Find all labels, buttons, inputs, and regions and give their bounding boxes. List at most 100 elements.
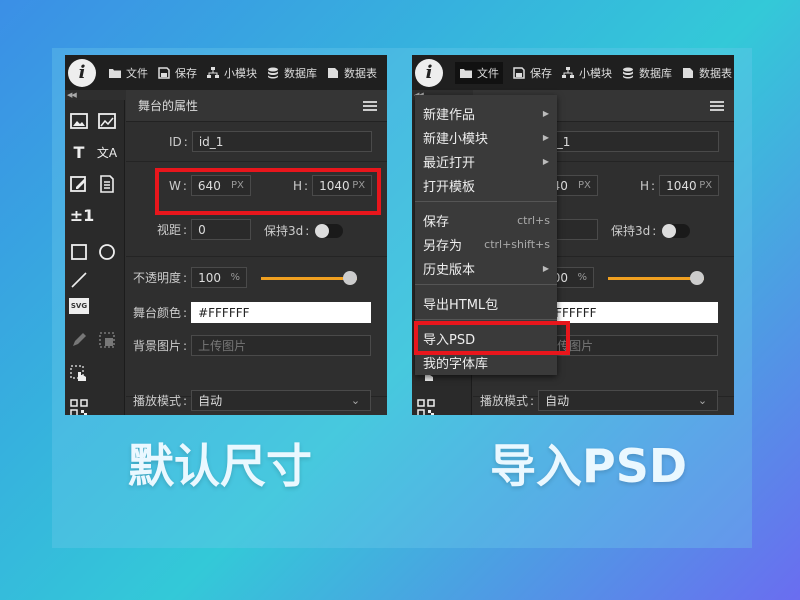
menu-item-label: 导出HTML包 [423,297,499,313]
crop-icon[interactable] [97,330,117,350]
opacity-unit: % [577,272,588,283]
top-toolbar: i 文件 保存 小模块 数据库 数据表 [412,55,734,90]
play-mode-value: 自动 [545,394,570,408]
keep3d-label: 保持3d [264,224,304,238]
info-logo[interactable]: i [68,58,96,87]
folder-icon [459,67,473,79]
stage-color-input[interactable]: #FFFFFF [191,302,372,323]
keep3d-colon: : [305,223,310,238]
opacity-label: 不透明度 [133,271,182,285]
menu-item-save[interactable]: 保存 ctrl+s [415,209,557,231]
height-value: 1040 [666,178,697,193]
play-mode-label: 播放模式 [133,394,182,408]
stage-color-input[interactable]: #FFFFFF [538,302,719,323]
editor-panel-default-size: i 文件 保存 小模块 数据库 数据表 ◀◀ T 文A ±1 SVG 舞台的属性… [65,55,387,415]
height-input[interactable]: 1040 PX [659,175,720,196]
menu-data-table[interactable]: 数据表 [681,65,732,81]
document-icon[interactable] [97,174,117,194]
opacity-value: 100 [198,270,221,285]
menu-item-recent[interactable]: 最近打开 ▶ [415,150,557,172]
pen-icon[interactable] [69,330,89,350]
menu-data-table-label: 数据表 [344,66,377,80]
opacity-slider-knob[interactable] [690,270,705,285]
menu-file[interactable]: 文件 [455,61,503,84]
id-input[interactable]: id_1 [538,131,719,152]
circle-icon[interactable] [97,242,117,262]
opacity-slider[interactable] [261,270,358,285]
menu-modules[interactable]: 小模块 [561,65,612,81]
menu-item-save-as[interactable]: 另存为 ctrl+shift+s [415,233,557,255]
play-mode-select[interactable]: 自动 ⌄ [191,390,372,411]
fov-colon: : [183,222,188,237]
width-unit: PX [578,180,591,191]
play-mode-value: 自动 [198,394,223,408]
play-mode-row: 播放模式 : 自动 ⌄ [480,390,719,411]
menu-item-new-work[interactable]: 新建作品 ▶ [415,102,557,124]
rectangle-icon[interactable] [69,242,89,262]
chevron-right-icon: ▶ [542,263,549,273]
menu-item-export-html[interactable]: 导出HTML包 [415,292,557,314]
play-mode-colon: : [530,393,535,408]
menu-modules[interactable]: 小模块 [206,65,257,81]
menu-item-label: 新建小模块 [423,131,489,147]
menu-item-new-module[interactable]: 新建小模块 ▶ [415,126,557,148]
menu-save[interactable]: 保存 [512,65,552,81]
modules-icon [561,66,575,79]
id-section: ID : id_1 [126,122,387,162]
properties-title: 舞台的属性 [138,99,199,113]
menu-data-table[interactable]: 数据表 [326,65,377,81]
id-input[interactable]: id_1 [191,131,372,152]
image-icon[interactable] [69,111,89,131]
menu-database[interactable]: 数据库 [266,65,317,81]
save-icon [157,66,171,79]
fov-input[interactable]: 0 [191,219,252,240]
svg-icon[interactable]: SVG [69,298,89,314]
bg-image-input[interactable]: 上传图片 [191,335,372,356]
keep3d-toggle[interactable] [315,223,344,238]
menu-database[interactable]: 数据库 [621,65,672,81]
line-icon[interactable] [69,270,89,290]
play-mode-select[interactable]: 自动 ⌄ [538,390,719,411]
opacity-slider-knob[interactable] [343,270,358,285]
keep3d-toggle[interactable] [662,223,691,238]
properties-header: 舞台的属性 [126,90,387,122]
image-edit-icon[interactable] [97,111,117,131]
menu-item-open-template[interactable]: 打开模板 [415,174,557,196]
menu-separator [415,284,557,285]
data-table-icon [326,67,340,79]
id-label: ID [169,134,182,149]
height-unit: PX [699,180,713,191]
text-icon[interactable]: T [69,142,89,162]
id-colon: : [183,134,188,149]
menu-save[interactable]: 保存 [157,65,197,81]
number-icon[interactable]: ±1 [69,205,95,225]
editor-panel-import-psd: i 文件 保存 小模块 数据库 数据表 ◀◀ 舞台的属性 [412,55,734,415]
qr-icon[interactable] [416,398,436,415]
caption-import-psd: 导入PSD [490,439,688,493]
data-table-icon [681,67,695,79]
opacity-unit: % [230,272,241,283]
opacity-slider[interactable] [608,270,705,285]
opacity-input[interactable]: 100% [191,267,248,288]
menu-modules-label: 小模块 [579,66,612,80]
hamburger-icon[interactable] [710,100,724,111]
menu-item-history[interactable]: 历史版本 ▶ [415,257,557,279]
hamburger-icon[interactable] [363,100,377,111]
menu-item-label: 新建作品 [423,107,476,123]
play-mode-label: 播放模式 [480,394,529,408]
translate-icon[interactable]: 文A [95,142,119,162]
stage-color-label: 舞台颜色 [133,306,182,320]
edit-icon[interactable] [69,174,89,194]
chevron-right-icon: ▶ [542,156,549,166]
play-mode-row: 播放模式 : 自动 ⌄ [133,390,372,411]
h-colon: : [651,178,656,193]
qr-icon[interactable] [69,398,89,415]
info-logo[interactable]: i [415,58,443,87]
bg-image-label: 背景图片 [133,339,182,353]
menu-item-label: 另存为 [423,238,463,254]
tools-sidebar: T 文A ±1 SVG [65,100,125,415]
collapse-toggle[interactable]: ◀◀ [67,91,77,99]
select-icon[interactable] [69,364,89,384]
menu-file[interactable]: 文件 [108,65,148,81]
modules-icon [206,66,220,79]
